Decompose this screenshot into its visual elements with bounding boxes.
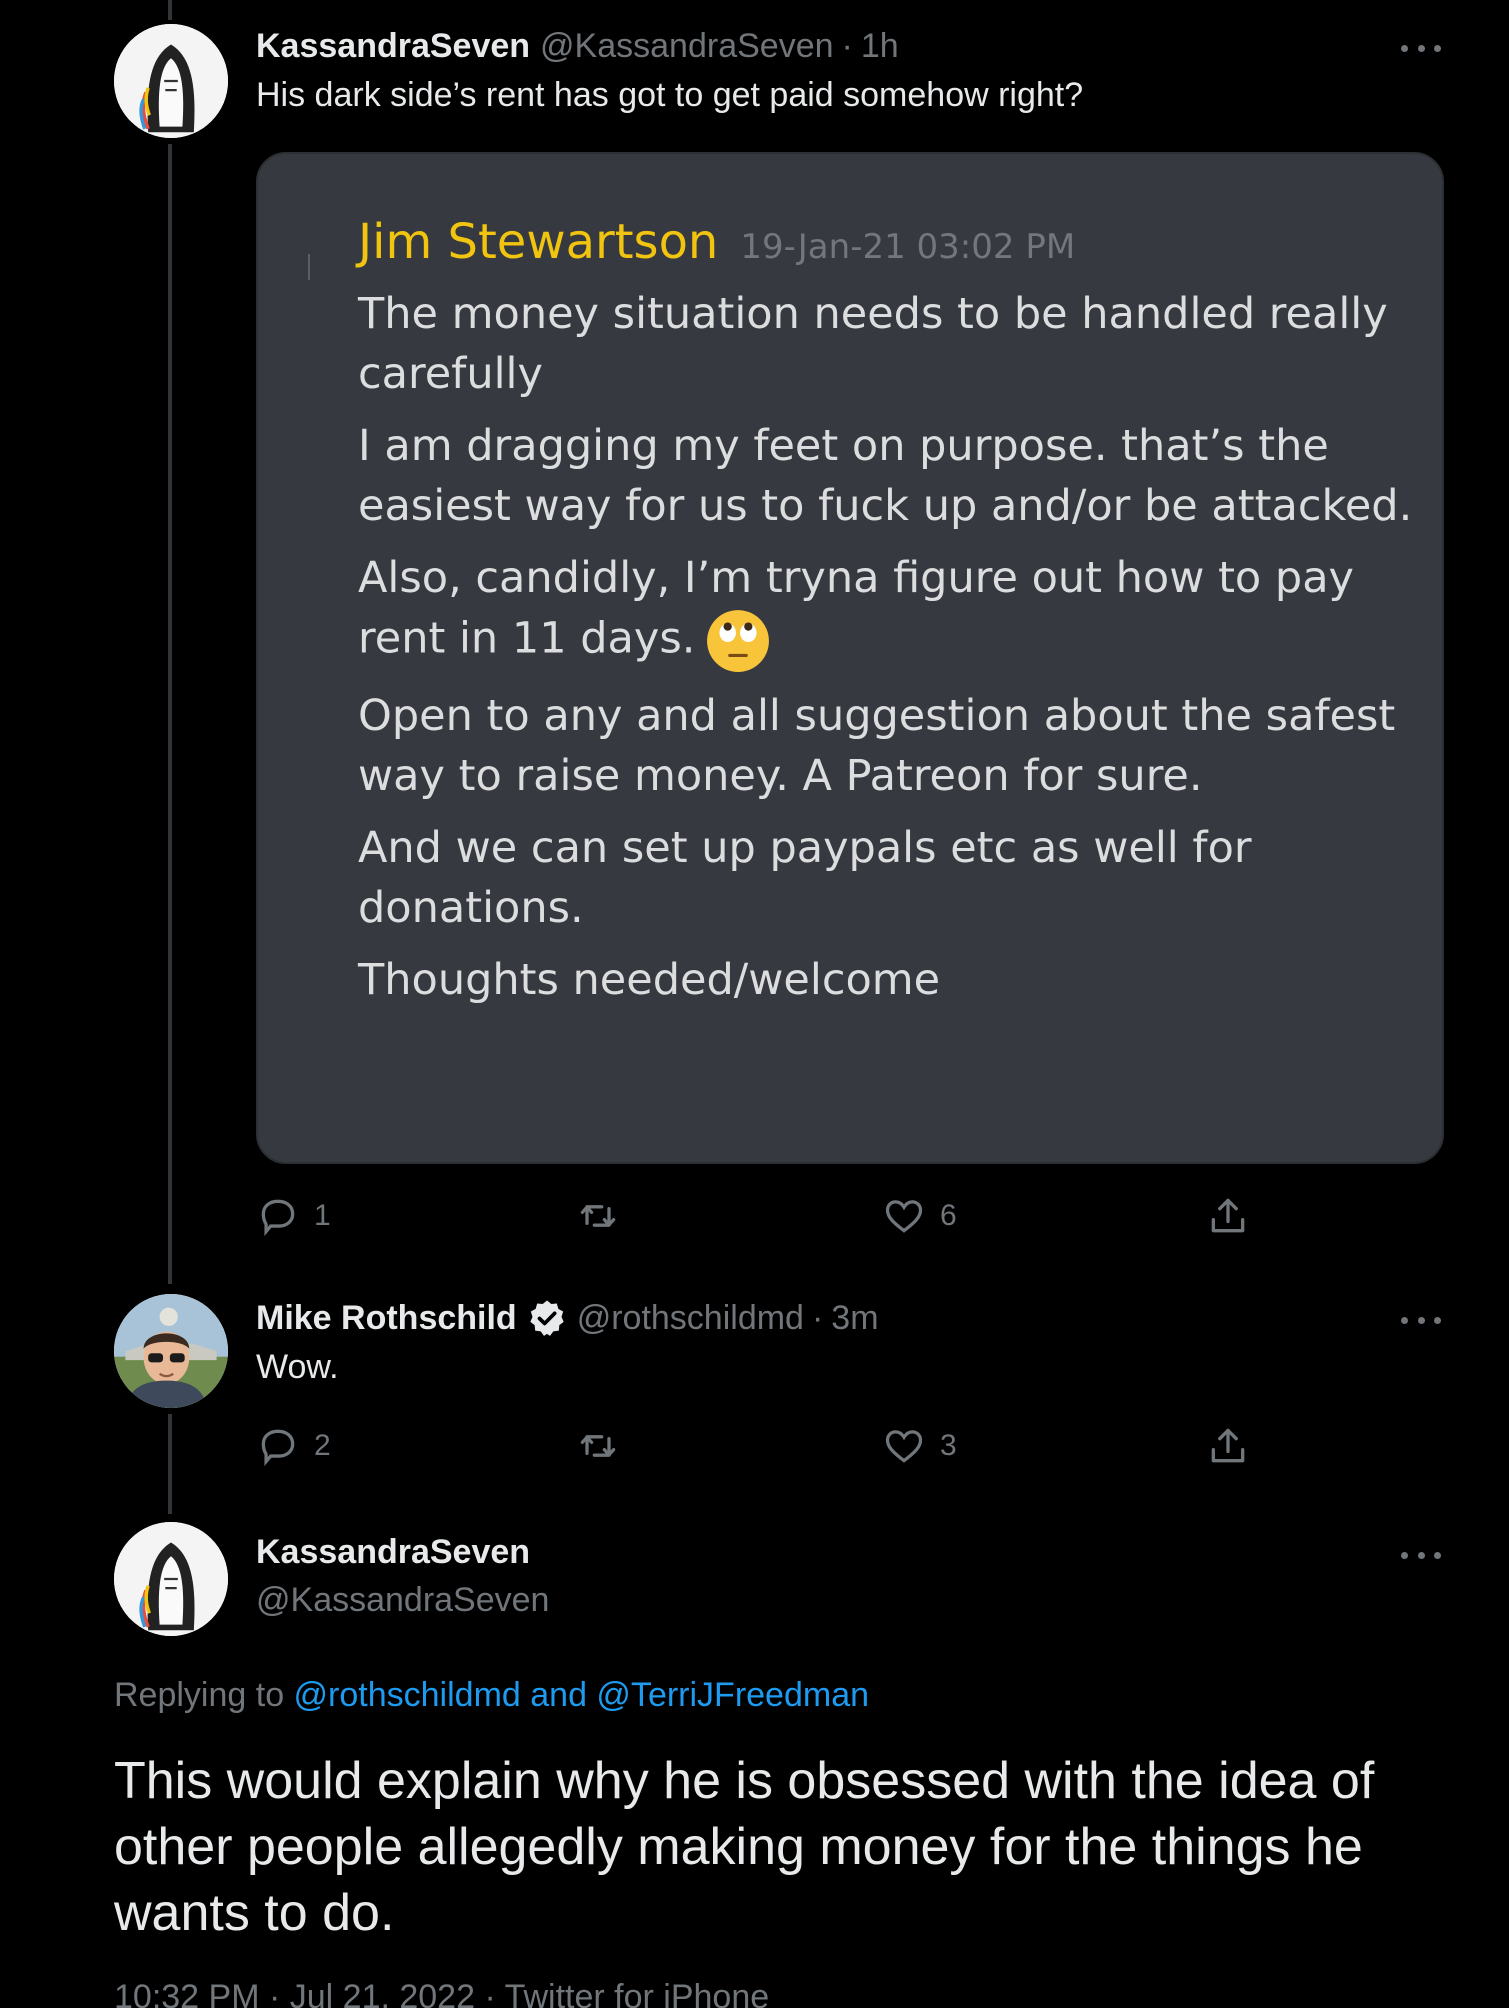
reply-button[interactable]: 1 <box>256 1186 331 1246</box>
card-divider <box>308 254 310 280</box>
tweet-time[interactable]: 3m <box>831 1299 878 1338</box>
like-button[interactable]: 6 <box>882 1186 957 1246</box>
heart-icon <box>885 1430 923 1463</box>
reply-icon <box>261 1199 295 1237</box>
thread-connector-top <box>168 0 172 20</box>
more-options-icon[interactable] <box>1401 1545 1441 1565</box>
verified-badge-icon <box>530 1300 564 1336</box>
main-tweet-text: This would explain why he is obsessed wi… <box>114 1752 1375 1942</box>
tweet1-header: KassandraSeven @KassandraSeven · 1h <box>256 22 899 70</box>
reply-count: 1 <box>314 1199 331 1232</box>
tweet3-name-line: KassandraSeven <box>256 1528 530 1576</box>
author-handle[interactable]: @KassandraSeven <box>540 27 833 66</box>
like-count: 3 <box>940 1429 957 1462</box>
replying-prefix: Replying to <box>114 1676 294 1714</box>
heart-icon <box>885 1200 923 1233</box>
tweet1-action-bar: 1 6 <box>256 1186 1256 1246</box>
embedded-screenshot-card[interactable]: Jim Stewartson 19-Jan-21 03:02 PM The mo… <box>256 152 1444 1164</box>
share-button[interactable] <box>1206 1416 1250 1476</box>
embed-paragraph: Open to any and all suggestion about the… <box>358 691 1396 801</box>
tweet3-handle-line: @KassandraSeven <box>256 1576 549 1624</box>
reply-icon <box>261 1429 295 1467</box>
avatar-mike-rothschild[interactable] <box>114 1294 228 1408</box>
embed-paragraph: The money situation needs to be handled … <box>358 289 1388 399</box>
embed-message-body: The money situation needs to be handled … <box>358 284 1418 1022</box>
embed-author-name: Jim Stewartson <box>358 214 719 270</box>
tweet2-action-bar: 2 3 <box>256 1416 1256 1476</box>
avatar-kassandraseven[interactable] <box>114 1522 228 1636</box>
like-count: 6 <box>940 1199 957 1232</box>
replying-to: Replying to @rothschildmd and @TerriJFre… <box>114 1676 869 1715</box>
tweet-metadata: 10:32 PM · Jul 21, 2022 · Twitter for iP… <box>114 1978 770 2008</box>
embed-paragraph: Also, candidly, I’m tryna figure out how… <box>358 553 1354 664</box>
embed-paragraph-with-emoji: Also, candidly, I’m tryna figure out how… <box>358 548 1418 674</box>
reply-button[interactable]: 2 <box>256 1416 331 1476</box>
tweet2-header: Mike Rothschild @rothschildmd · 3m <box>256 1294 879 1342</box>
embed-paragraph: I am dragging my feet on purpose. that’s… <box>358 421 1413 531</box>
share-icon <box>1211 1198 1245 1233</box>
author-name[interactable]: Mike Rothschild <box>256 1299 517 1338</box>
more-options-icon[interactable] <box>1401 38 1441 58</box>
like-button[interactable]: 3 <box>882 1416 957 1476</box>
retweet-button[interactable] <box>576 1416 634 1476</box>
retweet-button[interactable] <box>576 1186 634 1246</box>
author-handle[interactable]: @KassandraSeven <box>256 1581 549 1620</box>
share-button[interactable] <box>1206 1186 1250 1246</box>
separator-dot: · <box>811 1298 824 1337</box>
author-handle[interactable]: @rothschildmd <box>577 1299 804 1338</box>
separator-dot: · <box>841 26 853 65</box>
replying-to-links[interactable]: @rothschildmd and @TerriJFreedman <box>294 1676 869 1714</box>
author-name[interactable]: KassandraSeven <box>256 1533 530 1572</box>
face-with-rolling-eyes-icon <box>707 610 770 672</box>
thread-connector-1 <box>168 144 172 1284</box>
retweet-icon <box>580 1205 616 1227</box>
thread-connector-2 <box>168 1414 172 1514</box>
tweet-thread: KassandraSeven @KassandraSeven · 1h His … <box>0 0 1509 2008</box>
tweet1-text: His dark side’s rent has got to get paid… <box>256 76 1084 114</box>
embed-paragraph: Thoughts needed/welcome <box>358 955 941 1005</box>
avatar-kassandraseven[interactable] <box>114 24 228 138</box>
share-icon <box>1211 1428 1245 1463</box>
embed-timestamp: 19-Jan-21 03:02 PM <box>740 227 1076 267</box>
embed-paragraph: And we can set up paypals etc as well fo… <box>358 823 1252 933</box>
tweet-time[interactable]: 1h <box>861 27 899 66</box>
retweet-icon <box>580 1435 616 1457</box>
more-options-icon[interactable] <box>1401 1310 1441 1330</box>
reply-count: 2 <box>314 1429 331 1462</box>
tweet2-text: Wow. <box>256 1348 339 1386</box>
author-name[interactable]: KassandraSeven <box>256 27 530 66</box>
